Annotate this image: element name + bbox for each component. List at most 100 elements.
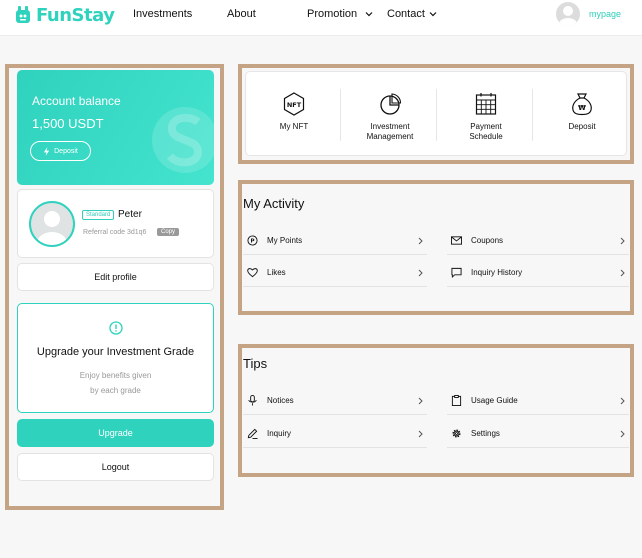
mail-icon bbox=[451, 236, 462, 245]
svg-text:NFT: NFT bbox=[287, 101, 302, 109]
referral-code: Referral code 3d1q6 bbox=[83, 229, 147, 236]
chevron-right-icon bbox=[620, 430, 625, 438]
pencil-icon bbox=[247, 428, 258, 439]
nav-promotion-label: Promotion bbox=[307, 8, 358, 20]
chevron-right-icon bbox=[418, 269, 423, 277]
lightning-icon bbox=[44, 146, 50, 156]
avatar-icon bbox=[559, 6, 577, 26]
money-bag-icon: ₩ bbox=[572, 93, 592, 116]
activity-item-likes[interactable]: Likes bbox=[243, 259, 427, 287]
nav-promotion[interactable]: Promotion bbox=[307, 8, 373, 20]
profile-avatar[interactable] bbox=[29, 201, 75, 247]
profile-card: Standard Peter Referral code 3d1q6 Copy bbox=[17, 189, 214, 258]
upgrade-desc-line1: Enjoy benefits given bbox=[79, 371, 152, 380]
chevron-down-icon bbox=[429, 12, 437, 17]
points-icon: P bbox=[247, 235, 258, 246]
grade-badge: Standard bbox=[82, 210, 115, 220]
quick-label-line2: Management bbox=[366, 132, 414, 141]
top-navigation: FunStay Investments About Promotion Cont… bbox=[0, 0, 642, 36]
upgrade-desc-line2: by each grade bbox=[90, 386, 141, 395]
activity-item-coupons[interactable]: Coupons bbox=[447, 227, 629, 255]
heart-icon bbox=[247, 268, 258, 278]
logo-icon bbox=[16, 6, 30, 23]
quick-label: Payment Schedule bbox=[469, 122, 502, 142]
quick-item-investment-management[interactable]: Investment Management bbox=[342, 72, 438, 157]
nav-investments[interactable]: Investments bbox=[133, 8, 192, 20]
chat-icon bbox=[451, 267, 462, 278]
mypage-link[interactable]: mypage bbox=[589, 9, 621, 19]
divider bbox=[340, 89, 341, 141]
deposit-button-label: Deposit bbox=[54, 147, 78, 155]
tips-item-label: Usage Guide bbox=[471, 396, 518, 405]
tips-item-label: Inquiry bbox=[267, 429, 292, 438]
activity-title: My Activity bbox=[243, 196, 305, 211]
activity-item-label: Coupons bbox=[471, 236, 504, 245]
tips-item-label: Settings bbox=[471, 429, 500, 438]
chevron-down-icon bbox=[365, 12, 373, 17]
edit-profile-label: Edit profile bbox=[94, 272, 137, 282]
quick-label-line1: Investment bbox=[370, 122, 410, 131]
calendar-icon bbox=[475, 93, 497, 115]
microphone-icon bbox=[248, 395, 257, 406]
clipboard-icon bbox=[451, 395, 462, 406]
tips-title: Tips bbox=[243, 356, 268, 371]
divider bbox=[532, 89, 533, 141]
nav-about[interactable]: About bbox=[227, 8, 256, 20]
account-balance-card: Account balance 1,500 USDT Deposit bbox=[17, 70, 214, 185]
activity-item-label: My Points bbox=[267, 236, 303, 245]
chevron-right-icon bbox=[418, 430, 423, 438]
brand-name: FunStay bbox=[36, 4, 115, 26]
tips-item-settings[interactable]: Settings bbox=[447, 420, 629, 448]
brand-logo[interactable]: FunStay bbox=[14, 3, 115, 27]
svg-text:P: P bbox=[250, 239, 254, 245]
upgrade-button[interactable]: Upgrade bbox=[17, 419, 214, 447]
nft-icon: NFT bbox=[283, 92, 305, 116]
copy-referral-button[interactable]: Copy bbox=[157, 228, 180, 236]
nav-investments-label: Investments bbox=[133, 8, 193, 20]
balance-value: 1,500 USDT bbox=[32, 116, 104, 131]
alert-circle-icon bbox=[109, 321, 123, 335]
upgrade-description: Enjoy benefits given by each grade bbox=[18, 368, 213, 398]
divider bbox=[436, 89, 437, 141]
svg-text:₩: ₩ bbox=[578, 104, 586, 112]
quick-item-my-nft[interactable]: NFT My NFT bbox=[246, 72, 342, 157]
activity-item-label: Inquiry History bbox=[471, 268, 523, 277]
nav-contact-label: Contact bbox=[387, 8, 425, 20]
activity-item-inquiry-history[interactable]: Inquiry History bbox=[447, 259, 629, 287]
user-avatar[interactable] bbox=[556, 2, 580, 26]
activity-item-label: Likes bbox=[267, 268, 286, 277]
profile-name: Peter bbox=[118, 209, 142, 220]
quick-label-line1: Payment bbox=[470, 122, 502, 131]
tips-item-label: Notices bbox=[267, 396, 294, 405]
tips-item-usage-guide[interactable]: Usage Guide bbox=[447, 387, 629, 415]
deposit-button[interactable]: Deposit bbox=[30, 141, 91, 161]
brand-watermark-icon bbox=[152, 107, 214, 173]
activity-item-my-points[interactable]: P My Points bbox=[243, 227, 427, 255]
quick-label-line1: Deposit bbox=[568, 122, 596, 131]
upgrade-button-label: Upgrade bbox=[98, 428, 133, 438]
quick-item-payment-schedule[interactable]: Payment Schedule bbox=[438, 72, 534, 157]
quick-label: Investment Management bbox=[367, 122, 414, 142]
logout-label: Logout bbox=[101, 462, 130, 472]
quick-item-deposit[interactable]: ₩ Deposit bbox=[534, 72, 630, 157]
nav-about-label: About bbox=[227, 8, 256, 20]
quick-label-line2: Schedule bbox=[469, 132, 503, 141]
edit-profile-button[interactable]: Edit profile bbox=[17, 263, 214, 291]
upgrade-grade-card: Upgrade your Investment Grade Enjoy bene… bbox=[17, 303, 214, 413]
upgrade-title: Upgrade your Investment Grade bbox=[36, 346, 195, 358]
tips-item-inquiry[interactable]: Inquiry bbox=[243, 420, 427, 448]
logout-button[interactable]: Logout bbox=[17, 453, 214, 481]
balance-label: Account balance bbox=[32, 94, 121, 108]
avatar-icon bbox=[37, 211, 67, 245]
chevron-right-icon bbox=[620, 397, 625, 405]
quick-menu: NFT My NFT Investment Management Payment… bbox=[245, 71, 627, 156]
quick-label: Deposit bbox=[568, 122, 595, 132]
chevron-right-icon bbox=[620, 269, 625, 277]
gear-icon bbox=[452, 429, 461, 438]
tips-item-notices[interactable]: Notices bbox=[243, 387, 427, 415]
quick-label: My NFT bbox=[280, 122, 308, 132]
chevron-right-icon bbox=[418, 237, 423, 245]
chevron-right-icon bbox=[620, 237, 625, 245]
pie-chart-icon bbox=[380, 93, 402, 115]
nav-contact[interactable]: Contact bbox=[387, 8, 437, 20]
